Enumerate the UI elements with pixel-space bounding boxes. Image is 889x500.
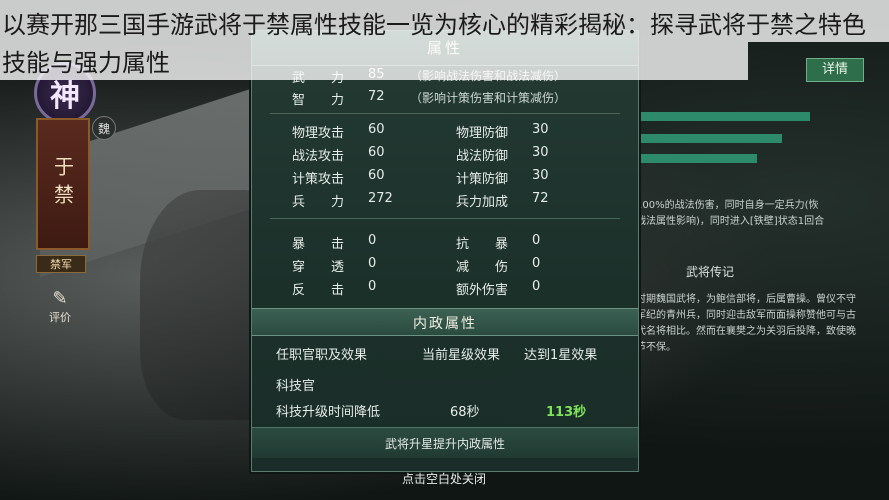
stat-label: 物理攻击 bbox=[292, 126, 345, 141]
internal-col-header: 任职官职及效果 当前星级效果 达到1星效果 bbox=[276, 344, 597, 363]
internal-affairs-header: 内政属性 bbox=[252, 308, 638, 336]
special-row: 穿 透 0 减 伤 0 bbox=[292, 256, 540, 275]
stat-value: 72 bbox=[532, 191, 549, 206]
stat-value: 30 bbox=[532, 145, 549, 160]
divider bbox=[270, 218, 620, 219]
faction-icon: 魏 bbox=[92, 116, 116, 140]
stat-label: 兵 力 bbox=[292, 195, 345, 210]
stat-label: 战法攻击 bbox=[292, 149, 345, 164]
stat-value: 30 bbox=[532, 168, 549, 183]
modal-footer: 武将升星提升内政属性 bbox=[252, 427, 638, 458]
article-title-overlay: 以赛开那三国手游武将于禁属性技能一览为核心的精彩揭秘：探寻武将于禁之特色技能与强… bbox=[0, 0, 889, 80]
stat-label: 战法防御 bbox=[456, 149, 509, 164]
combat-row: 物理攻击 60 物理防御 30 bbox=[292, 122, 549, 141]
internal-row: 科技升级时间降低 68秒 113秒 bbox=[276, 401, 586, 420]
stat-value: 0 bbox=[532, 233, 541, 248]
stat-bar-2 bbox=[632, 134, 782, 143]
stat-label: 抗 暴 bbox=[456, 237, 509, 252]
hero-name: 于禁 bbox=[50, 156, 75, 212]
special-row: 反 击 0 额外伤害 0 bbox=[292, 279, 540, 298]
stat-label: 暴 击 bbox=[292, 237, 345, 252]
stat-value: 60 bbox=[368, 145, 385, 160]
stat-value: 0 bbox=[532, 256, 541, 271]
stat-value: 72 bbox=[368, 89, 385, 104]
skill-desc-2: 战法属性影响)，同时进入[铁壁]状态1回合 bbox=[636, 216, 825, 227]
section-title: 内政属性 bbox=[413, 316, 477, 332]
stat-value: 60 bbox=[368, 168, 385, 183]
hero-name-banner: 于禁 bbox=[36, 118, 90, 250]
stat-label: 穿 透 bbox=[292, 260, 345, 275]
special-row: 暴 击 0 抗 暴 0 bbox=[292, 233, 540, 252]
current-effect: 68秒 bbox=[450, 405, 480, 420]
stat-label: 反 击 bbox=[292, 283, 345, 298]
stat-value: 0 bbox=[368, 279, 377, 294]
combat-row: 计策攻击 60 计策防御 30 bbox=[292, 168, 549, 187]
col-header: 当前星级效果 bbox=[422, 348, 501, 363]
stat-label: 计策防御 bbox=[456, 172, 509, 187]
attribute-modal: 属性 武 力 85 （影响战法伤害和战法减伤） 智 力 72 （影响计策伤害和计… bbox=[251, 30, 639, 472]
stat-label: 兵力加成 bbox=[456, 195, 509, 210]
stat-note: （影响计策伤害和计策减伤） bbox=[410, 91, 567, 105]
stat-bar-1 bbox=[632, 112, 810, 121]
stat-value: 0 bbox=[368, 233, 377, 248]
next-effect: 113秒 bbox=[546, 405, 587, 420]
stat-label: 智 力 bbox=[292, 93, 345, 108]
stat-label: 物理防御 bbox=[456, 126, 509, 141]
stat-label: 额外伤害 bbox=[456, 283, 509, 298]
stat-value: 60 bbox=[368, 122, 385, 137]
bio-text: 时期魏国武将，为鲍信部将，后属曹操。曾仪不守军纪的青州兵，同时迎击敌军而面操称赞… bbox=[636, 294, 856, 353]
skill-desc-1: 100%的战法伤害，同时自身一定兵力(恢 bbox=[636, 200, 819, 211]
stat-value: 272 bbox=[368, 191, 393, 206]
col-header: 任职官职及效果 bbox=[276, 348, 368, 363]
troop-type-label: 禁军 bbox=[36, 255, 86, 273]
stat-label: 计策攻击 bbox=[292, 172, 345, 187]
internal-post: 科技官 bbox=[276, 379, 316, 394]
divider bbox=[270, 113, 620, 114]
review-button[interactable]: ✎ 评价 bbox=[40, 288, 80, 325]
stat-label: 减 伤 bbox=[456, 260, 509, 275]
combat-row: 兵 力 272 兵力加成 72 bbox=[292, 191, 549, 210]
footer-text: 武将升星提升内政属性 bbox=[384, 437, 505, 451]
stat-value: 30 bbox=[532, 122, 549, 137]
article-title: 以赛开那三国手游武将于禁属性技能一览为核心的精彩揭秘：探寻武将于禁之特色技能与强… bbox=[2, 11, 866, 77]
stat-bar-3 bbox=[632, 154, 757, 163]
bio-title: 武将传记 bbox=[686, 265, 735, 279]
close-hint[interactable]: 点击空白处关闭 bbox=[251, 470, 637, 487]
stat-row-intellect: 智 力 72 （影响计策伤害和计策减伤） bbox=[292, 89, 566, 108]
stat-value: 0 bbox=[368, 256, 377, 271]
stat-value: 0 bbox=[532, 279, 541, 294]
col-header: 达到1星效果 bbox=[524, 348, 598, 363]
effect-label: 科技升级时间降低 bbox=[276, 405, 381, 420]
review-label: 评价 bbox=[49, 311, 71, 324]
edit-icon: ✎ bbox=[52, 288, 68, 309]
combat-row: 战法攻击 60 战法防御 30 bbox=[292, 145, 549, 164]
